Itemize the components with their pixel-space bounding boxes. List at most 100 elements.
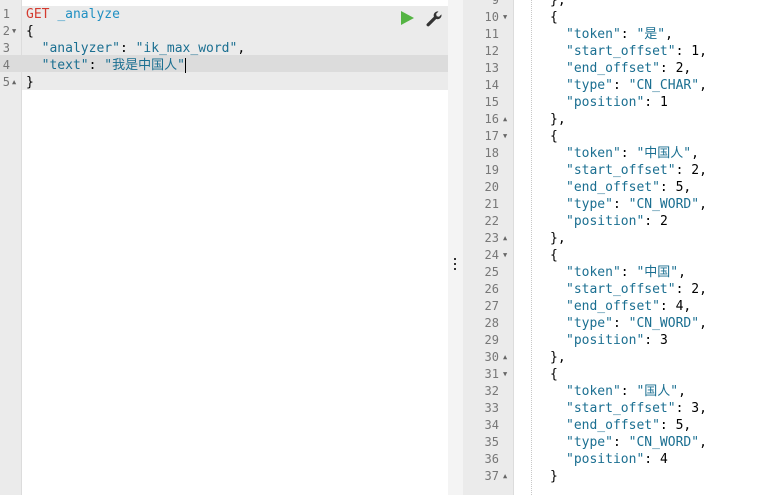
code-line: "start_offset": 2, [566,163,707,178]
line-number: 26 [484,282,499,296]
json-value: "ik_max_word" [135,41,238,56]
line-number: 27 [484,299,499,313]
code-line: "end_offset": 4, [566,299,692,314]
code-line: }, [550,349,566,366]
brace: }, [550,112,566,127]
code-line: }, [550,111,566,128]
json-value: 4 [675,299,684,314]
json-value: 5 [675,418,684,433]
code-line: { [550,128,558,145]
line-number: 17 [484,129,499,143]
json-key: "position" [566,95,645,110]
json-key: "text" [41,58,89,73]
line-number: 32 [484,384,499,398]
line-number: 34 [484,418,499,432]
json-value: 2 [691,163,700,178]
json-key: "position" [566,452,645,467]
brace: }, [550,0,566,8]
json-key: "end_offset" [566,61,660,76]
brace: } [26,75,34,90]
line-number: 12 [484,44,499,58]
code-line: "end_offset": 2, [566,61,692,76]
fold-down-icon[interactable]: ▼ [503,247,507,264]
line-number: 4 [2,58,10,72]
request-line[interactable]: GET _analyze [26,6,120,23]
fold-down-icon[interactable]: ▼ [503,128,507,145]
json-key: "type" [566,197,613,212]
http-method: GET [26,7,50,22]
vertical-dots-icon[interactable] [454,258,457,272]
line-number: 21 [484,197,499,211]
line-number: 14 [484,78,499,92]
code-line: "start_offset": 2, [566,282,707,297]
json-value: "是" [636,27,666,42]
code-line[interactable]: "text": "我是中国人" [26,57,186,74]
line-number: 1 [2,7,10,21]
code-line[interactable]: } [26,74,34,91]
fold-up-icon[interactable]: ▲ [503,111,507,128]
indent-guide [531,0,532,495]
json-key: "type" [566,316,613,331]
code-line: "type": "CN_WORD", [566,197,707,212]
line-number: 35 [484,435,499,449]
json-value: "CN_CHAR" [628,78,700,93]
json-key: "type" [566,78,613,93]
json-value: 4 [659,452,668,467]
fold-up-icon[interactable]: ▲ [503,468,507,485]
line-number: 19 [484,163,499,177]
line-number: 33 [484,401,499,415]
line-number: 18 [484,146,499,160]
code-line: { [550,9,558,26]
line-number: 24 [484,248,499,262]
json-key: "token" [566,265,621,280]
line-number: 36 [484,452,499,466]
code-line: "token": "中国人", [566,146,699,161]
fold-down-icon[interactable]: ▼ [12,23,16,40]
code-line: { [550,247,558,264]
json-value: 3 [691,401,700,416]
request-editor[interactable]: 1 2 ▼ 3 4 5 ▲ GET _analyze { "analyzer":… [0,0,448,495]
brace: { [550,248,558,263]
json-value: 2 [659,214,668,229]
code-line: "end_offset": 5, [566,418,692,433]
json-key: "position" [566,214,645,229]
fold-down-icon[interactable]: ▼ [503,366,507,383]
pane-splitter[interactable] [448,0,463,495]
json-key: "token" [566,27,621,42]
json-value: "CN_WORD" [628,435,700,450]
play-icon[interactable] [401,11,414,25]
line-number: 37 [484,469,499,483]
brace: }, [550,350,566,365]
code-line[interactable]: { [26,23,34,40]
json-key: "end_offset" [566,299,660,314]
json-key: "end_offset" [566,180,660,195]
json-key: "token" [566,384,621,399]
line-number: 11 [484,27,499,41]
code-line: "position": 2 [566,214,668,229]
colon: : [119,41,136,56]
brace: { [550,367,558,382]
wrench-icon[interactable] [425,10,443,28]
fold-up-icon[interactable]: ▲ [12,74,16,91]
brace: }, [550,231,566,246]
line-number: 22 [484,214,499,228]
fold-up-icon[interactable]: ▲ [503,230,507,247]
fold-down-icon[interactable]: ▼ [503,9,507,26]
line-number: 20 [484,180,499,194]
json-value: 3 [659,333,668,348]
json-value: "中国" [636,265,679,280]
fold-up-icon[interactable]: ▲ [503,349,507,366]
line-number: 9 [491,0,499,7]
json-key: "type" [566,435,613,450]
line-number: 16 [484,112,499,126]
code-line: "end_offset": 5, [566,180,692,195]
code-line: "position": 1 [566,95,668,110]
code-line: "start_offset": 1, [566,44,707,59]
colon: : [88,58,105,73]
response-viewer[interactable]: 9}, 10 ▼{11 "token": "是", 12 "start_offset": … [463,0,772,495]
code-line: "start_offset": 3, [566,401,707,416]
code-line[interactable]: "analyzer": "ik_max_word", [26,40,246,57]
brace: { [26,24,34,39]
line-number: 28 [484,316,499,330]
brace: { [550,10,558,25]
